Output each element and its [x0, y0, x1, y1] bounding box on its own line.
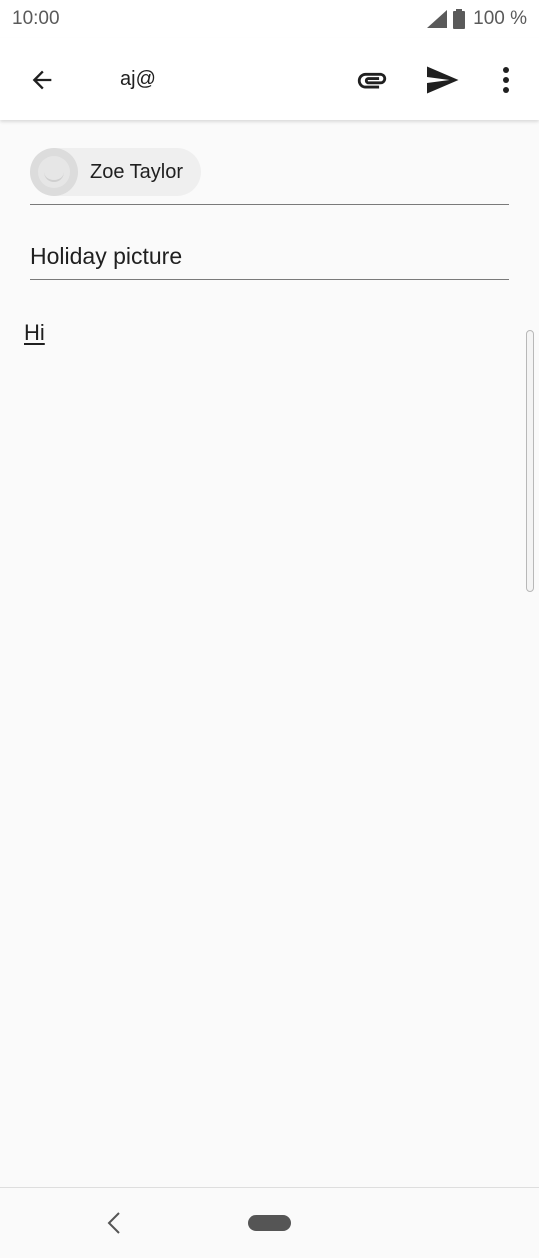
- battery-percentage: 100 %: [473, 8, 527, 29]
- nav-back-icon: [107, 1212, 120, 1234]
- compose-screen: 10:00 100 % aj@ Zoe Taylor Holiday pictu…: [0, 0, 539, 1258]
- compose-toolbar: aj@: [0, 38, 539, 120]
- paperclip-icon: [357, 72, 387, 89]
- status-time: 10:00: [12, 8, 60, 29]
- nav-back-button[interactable]: [100, 1208, 128, 1238]
- battery-icon: [453, 9, 466, 29]
- send-icon: [427, 66, 459, 94]
- subject-field[interactable]: Holiday picture: [30, 205, 509, 280]
- scrollbar[interactable]: [526, 330, 534, 592]
- more-options-button[interactable]: [486, 58, 526, 102]
- signal-icon: [427, 10, 448, 28]
- arrow-back-icon: [32, 70, 52, 90]
- avatar-icon: [30, 148, 78, 196]
- recipient-name: Zoe Taylor: [90, 160, 184, 183]
- home-pill-icon[interactable]: [248, 1215, 291, 1231]
- back-button[interactable]: [22, 60, 62, 100]
- send-button[interactable]: [420, 58, 464, 102]
- attach-button[interactable]: [350, 58, 394, 102]
- subject-text: Holiday picture: [30, 243, 183, 269]
- sender-account[interactable]: aj@: [120, 68, 156, 91]
- navigation-bar: [0, 1187, 539, 1258]
- recipient-chip[interactable]: Zoe Taylor: [30, 148, 202, 196]
- body-field[interactable]: Hi: [24, 320, 45, 346]
- status-icons: 100 %: [427, 8, 527, 30]
- more-vert-icon: [503, 67, 509, 93]
- status-bar: 10:00 100 %: [0, 0, 539, 38]
- to-field[interactable]: Zoe Taylor: [30, 120, 509, 205]
